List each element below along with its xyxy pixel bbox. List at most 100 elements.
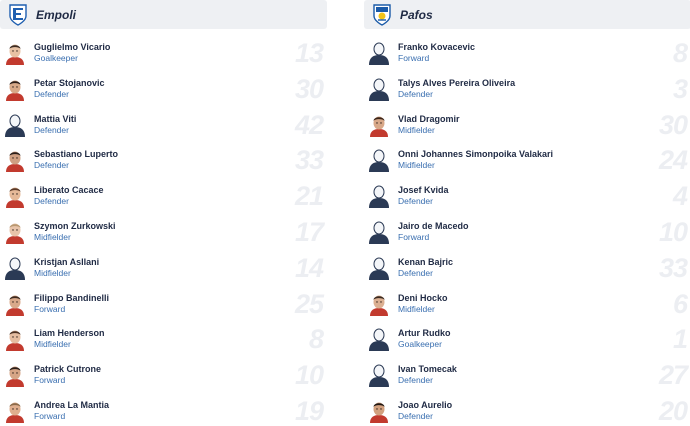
player-row[interactable]: Liberato Cacace Defender 21 bbox=[0, 178, 327, 214]
player-info: Mattia Viti Defender bbox=[34, 113, 76, 136]
team-header-home[interactable]: Empoli bbox=[0, 0, 327, 29]
player-name[interactable]: Sebastiano Luperto bbox=[34, 148, 118, 160]
team-column-home: Empoli Guglielmo Vicario Goalkeeper 13 Peta… bbox=[0, 0, 327, 426]
player-name[interactable]: Kenan Bajric bbox=[398, 256, 453, 268]
shirt-number: 8 bbox=[672, 38, 688, 68]
player-row[interactable]: Sebastiano Luperto Defender 33 bbox=[0, 142, 327, 178]
player-info: Ivan Tomecak Defender bbox=[398, 363, 457, 386]
player-position: Defender bbox=[398, 196, 433, 207]
shirt-number: 3 bbox=[672, 73, 688, 104]
player-row[interactable]: Patrick Cutrone Forward 10 bbox=[0, 357, 327, 393]
player-name[interactable]: Vlad Dragomir bbox=[398, 113, 460, 125]
shirt-number: 8 bbox=[308, 324, 324, 355]
player-name[interactable]: Ivan Tomecak bbox=[398, 363, 457, 375]
team-name: Pafos bbox=[400, 7, 433, 22]
player-info: Kristjan Asllani Midfielder bbox=[34, 256, 99, 279]
player-name[interactable]: Szymon Zurkowski bbox=[34, 220, 116, 232]
player-row[interactable]: Onni Johannes Simonpoika Valakari Midfiel… bbox=[364, 142, 690, 178]
player-row[interactable]: Talys Alves Pereira Oliveira Defender 3 bbox=[364, 71, 690, 107]
player-position: Goalkeeper bbox=[34, 53, 78, 63]
player-info: Jairo de Macedo Forward bbox=[398, 220, 469, 243]
player-name[interactable]: Petar Stojanovic bbox=[34, 77, 105, 89]
player-position: Midfielder bbox=[34, 267, 71, 278]
player-list-home: Guglielmo Vicario Goalkeeper 13 Petar Stoja… bbox=[0, 35, 327, 426]
player-row[interactable]: Franko Kovacevic Forward 8 bbox=[364, 35, 690, 71]
player-name[interactable]: Deni Hocko bbox=[398, 292, 448, 304]
player-silhouette-icon bbox=[368, 77, 390, 101]
player-name[interactable]: Patrick Cutrone bbox=[34, 363, 101, 375]
player-row[interactable]: Ivan Tomecak Defender 27 bbox=[364, 357, 690, 393]
player-silhouette-icon bbox=[368, 220, 390, 244]
player-position: Forward bbox=[398, 231, 430, 242]
player-position: Defender bbox=[34, 88, 69, 99]
shirt-number: 20 bbox=[658, 395, 688, 426]
player-position: Midfielder bbox=[398, 124, 435, 135]
player-position: Forward bbox=[398, 53, 430, 63]
player-name[interactable]: Mattia Viti bbox=[34, 113, 76, 125]
player-photo bbox=[368, 399, 390, 423]
player-name[interactable]: Liam Henderson bbox=[34, 327, 105, 339]
player-row[interactable]: Mattia Viti Defender 42 bbox=[0, 107, 327, 143]
player-photo bbox=[4, 41, 26, 65]
player-row[interactable]: Andrea La Mantia Forward 19 bbox=[0, 393, 327, 426]
player-photo bbox=[4, 399, 26, 423]
player-position: Forward bbox=[34, 410, 66, 421]
player-name[interactable]: Guglielmo Vicario bbox=[34, 41, 110, 53]
player-photo bbox=[4, 363, 26, 388]
player-position: Midfielder bbox=[34, 231, 71, 242]
team-name: Empoli bbox=[36, 7, 77, 22]
player-name[interactable]: Filippo Bandinelli bbox=[34, 292, 109, 304]
player-info: Franko Kovacevic Forward bbox=[398, 41, 475, 64]
player-name[interactable]: Talys Alves Pereira Oliveira bbox=[398, 77, 515, 89]
player-name[interactable]: Jairo de Macedo bbox=[398, 220, 469, 232]
player-row[interactable]: Petar Stojanovic Defender 30 bbox=[0, 71, 327, 107]
player-row[interactable]: Filippo Bandinelli Forward 25 bbox=[0, 286, 327, 322]
player-position: Defender bbox=[34, 196, 69, 207]
player-name[interactable]: Artur Rudko bbox=[398, 327, 451, 339]
player-position: Goalkeeper bbox=[398, 339, 442, 350]
shirt-number: 1 bbox=[672, 324, 688, 355]
player-row[interactable]: Szymon Zurkowski Midfielder 17 bbox=[0, 214, 327, 250]
player-position: Midfielder bbox=[398, 303, 435, 314]
player-name[interactable]: Josef Kvida bbox=[398, 184, 449, 196]
shirt-number: 14 bbox=[294, 252, 324, 283]
player-list-away: Franko Kovacevic Forward 8 Talys Alves Pere… bbox=[364, 35, 690, 426]
player-name[interactable]: Franko Kovacevic bbox=[398, 41, 475, 53]
team-header-away[interactable]: Pafos bbox=[364, 0, 690, 29]
player-row[interactable]: Artur Rudko Goalkeeper 1 bbox=[364, 321, 690, 357]
player-silhouette-icon bbox=[368, 256, 390, 280]
player-info: Onni Johannes Simonpoika Valakari Midfiel… bbox=[398, 148, 553, 171]
shirt-number: 4 bbox=[672, 181, 688, 212]
player-row[interactable]: Liam Henderson Midfielder 8 bbox=[0, 321, 327, 357]
player-row[interactable]: Guglielmo Vicario Goalkeeper 13 bbox=[0, 35, 327, 71]
player-photo bbox=[4, 327, 26, 352]
shirt-number: 13 bbox=[294, 38, 324, 68]
player-name[interactable]: Andrea La Mantia bbox=[34, 399, 109, 411]
player-row[interactable]: Jairo de Macedo Forward 10 bbox=[364, 214, 690, 250]
player-name[interactable]: Liberato Cacace bbox=[34, 184, 104, 196]
player-silhouette-icon bbox=[368, 363, 390, 388]
player-row[interactable]: Kenan Bajric Defender 33 bbox=[364, 250, 690, 286]
player-name[interactable]: Kristjan Asllani bbox=[34, 256, 99, 268]
player-row[interactable]: Joao Aurelio Defender 20 bbox=[364, 393, 690, 426]
player-name[interactable]: Joao Aurelio bbox=[398, 399, 452, 411]
player-row[interactable]: Josef Kvida Defender 4 bbox=[364, 178, 690, 214]
shirt-number: 24 bbox=[658, 145, 688, 176]
team-column-away: Pafos Franko Kovacevic Forward 8 Talys Alve… bbox=[364, 0, 690, 426]
player-name[interactable]: Onni Johannes Simonpoika Valakari bbox=[398, 148, 553, 160]
player-info: Talys Alves Pereira Oliveira Defender bbox=[398, 77, 515, 100]
player-position: Defender bbox=[398, 88, 433, 99]
player-silhouette-icon bbox=[368, 184, 390, 209]
player-position: Defender bbox=[398, 267, 433, 278]
player-row[interactable]: Deni Hocko Midfielder 6 bbox=[364, 286, 690, 322]
shirt-number: 30 bbox=[294, 73, 324, 104]
player-silhouette-icon bbox=[368, 41, 390, 65]
player-silhouette-icon bbox=[4, 113, 26, 137]
shirt-number: 10 bbox=[294, 360, 324, 391]
player-row[interactable]: Kristjan Asllani Midfielder 14 bbox=[0, 250, 327, 286]
player-info: Deni Hocko Midfielder bbox=[398, 292, 448, 315]
player-row[interactable]: Vlad Dragomir Midfielder 30 bbox=[364, 107, 690, 143]
pafos-crest-icon bbox=[372, 3, 392, 26]
player-info: Andrea La Mantia Forward bbox=[34, 399, 109, 422]
player-info: Filippo Bandinelli Forward bbox=[34, 292, 109, 315]
